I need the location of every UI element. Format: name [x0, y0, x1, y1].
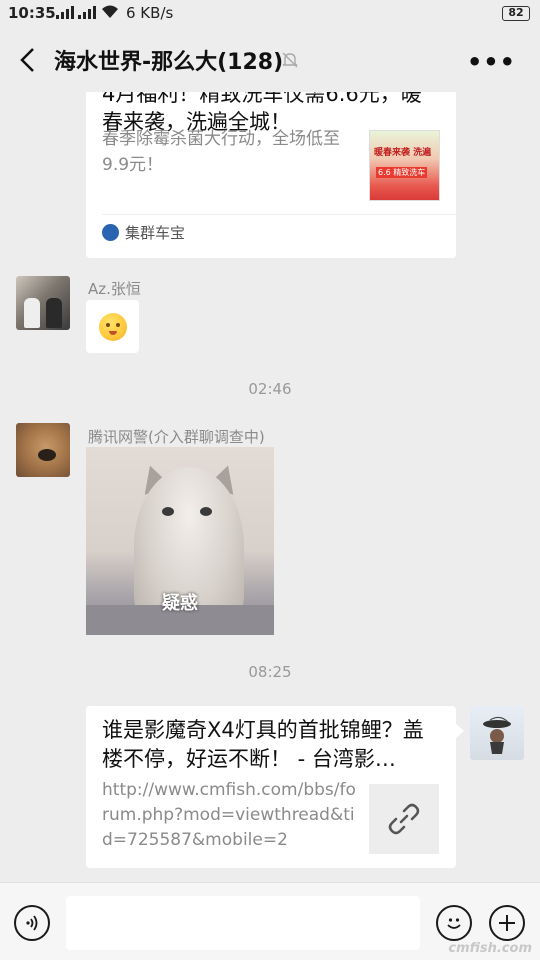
emoji-message[interactable] [86, 300, 139, 353]
mute-bell-icon [280, 50, 300, 70]
smirk-emoji-icon [98, 312, 127, 341]
source-logo-icon [102, 224, 119, 241]
avatar-az-zhangheng[interactable] [16, 276, 70, 330]
thumbnail-promo: 6.6 精致洗车 [376, 167, 428, 178]
status-time: 10:35 [8, 4, 56, 22]
avatar-self[interactable] [470, 706, 524, 760]
chat-title: 海水世界-那么大(128) [54, 50, 284, 75]
back-arrow-icon[interactable] [16, 46, 42, 74]
message-input[interactable] [66, 896, 420, 950]
link-icon [369, 784, 439, 854]
sender-name: 腾讯网警(介入群聊调查中) [88, 428, 265, 446]
cat-sticker[interactable]: 疑惑 [86, 447, 274, 635]
article-description: 春季除霉杀菌大行动，全场低至9.9元！ [102, 129, 340, 175]
thumbnail-title: 暖春来袭 洗遍 [374, 148, 432, 158]
signal-icon-2 [78, 6, 96, 19]
article-thumbnail: 暖春来袭 洗遍 6.6 精致洗车 [369, 130, 440, 201]
more-functions-plus-icon[interactable] [489, 905, 525, 941]
message-list[interactable]: 4月福利！精致洗车仅需6.6元，暖春来袭，洗遍全城！ 春季除霉杀菌大行动，全场低… [0, 92, 540, 882]
message-timestamp: 08:25 [248, 663, 292, 681]
battery-icon: 82 [502, 6, 530, 21]
watermark: cmfish.com [448, 941, 532, 956]
chat-header: 海水世界-那么大(128) ••• [0, 28, 540, 92]
wifi-icon [100, 4, 120, 24]
voice-input-icon[interactable] [14, 905, 50, 941]
sticker-caption: 疑惑 [162, 593, 198, 614]
avatar-tencent-police[interactable] [16, 423, 70, 477]
shared-article-card[interactable]: 4月福利！精致洗车仅需6.6元，暖春来袭，洗遍全城！ 春季除霉杀菌大行动，全场低… [86, 92, 456, 258]
link-url: http://www.cmfish.com/bbs/forum.php?mod=… [102, 780, 356, 850]
article-source: 集群车宝 [102, 222, 185, 243]
emoji-picker-icon[interactable] [436, 905, 472, 941]
shared-link-card[interactable]: 谁是影魔奇X4灯具的首批锦鲤？盖楼不停，好运不断！ - 台湾影… http://… [86, 706, 464, 868]
card-divider [102, 214, 456, 215]
link-headline: 谁是影魔奇X4灯具的首批锦鲤？盖楼不停，好运不断！ - 台湾影… [102, 718, 424, 771]
network-speed: 6 KB/s [126, 4, 174, 22]
signal-icon [56, 6, 74, 19]
more-options-icon[interactable]: ••• [467, 48, 516, 76]
source-name: 集群车宝 [125, 224, 186, 242]
sender-name: Az.张恒 [88, 280, 141, 298]
message-timestamp: 02:46 [248, 380, 292, 398]
input-bar: cmfish.com [0, 882, 540, 960]
status-bar: 10:35 6 KB/s 82 [0, 0, 540, 28]
